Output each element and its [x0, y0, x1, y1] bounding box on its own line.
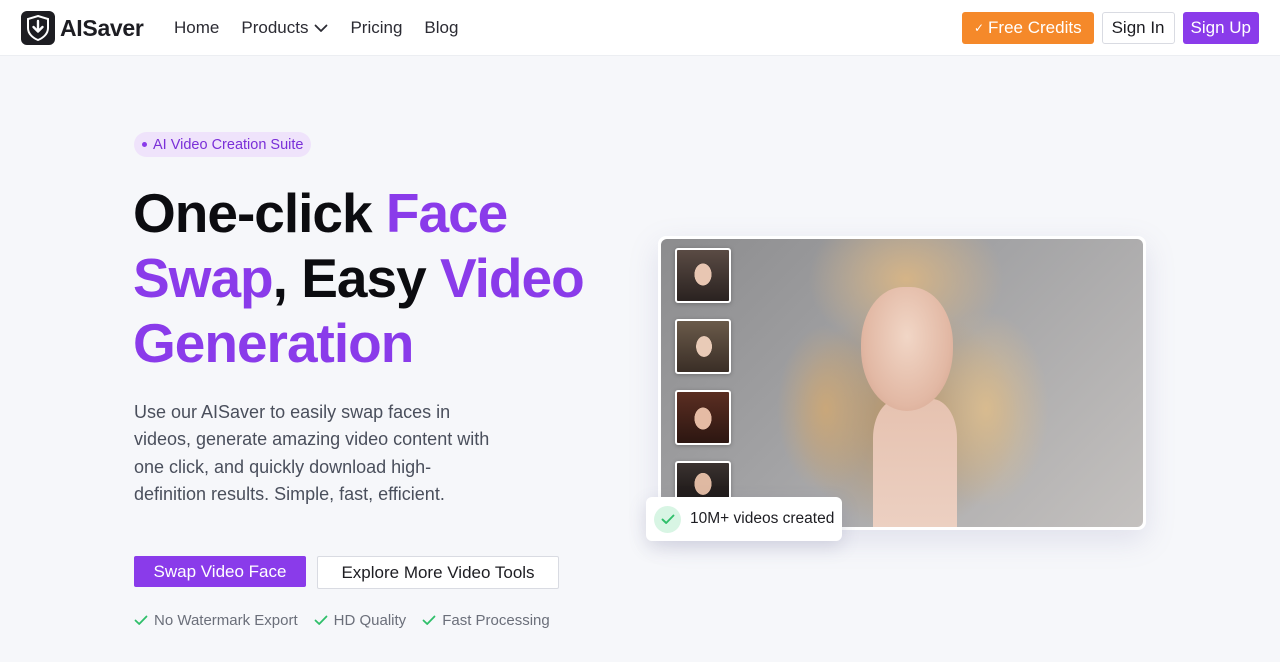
preview-image — [661, 239, 1143, 527]
top-header: AISaver Home Products Pricing Blog ✓ Fre… — [0, 0, 1280, 56]
headline-part-2: Face — [385, 182, 508, 244]
check-circle-icon — [654, 505, 681, 533]
hero-badge-label: AI Video Creation Suite — [153, 136, 304, 153]
headline-part-5: Video — [439, 247, 585, 309]
face-thumbnail[interactable] — [675, 461, 731, 501]
header-actions: ✓ Free Credits Sign In Sign Up — [961, 12, 1259, 44]
free-credits-button[interactable]: ✓ Free Credits — [961, 12, 1094, 44]
face-swap-preview — [658, 236, 1146, 530]
headline-part-4: , Easy — [272, 247, 440, 309]
feature-label: No Watermark Export — [154, 612, 298, 629]
sign-up-button[interactable]: Sign Up — [1182, 12, 1259, 44]
face-thumbnail[interactable] — [675, 248, 731, 303]
nav-products-label: Products — [241, 18, 309, 37]
logo-text: AISaver — [60, 14, 144, 41]
explore-video-tools-button[interactable]: Explore More Video Tools — [317, 556, 559, 589]
videos-created-card: 10M+ videos created — [646, 497, 842, 541]
check-icon — [314, 615, 328, 626]
videos-created-label: 10M+ videos created — [690, 510, 835, 527]
sign-in-button[interactable]: Sign In — [1101, 12, 1175, 44]
portrait-face — [861, 287, 953, 411]
headline-part-1: One-click — [133, 182, 386, 244]
face-thumbnail[interactable] — [675, 390, 731, 445]
nav-blog[interactable]: Blog — [424, 18, 458, 38]
main-nav: Home Products Pricing Blog — [174, 0, 480, 56]
headline-part-6: Generation — [133, 312, 414, 374]
face-thumbnail[interactable] — [675, 319, 731, 374]
feature-item: Fast Processing — [422, 612, 550, 629]
feature-list: No Watermark Export HD Quality Fast Proc… — [134, 612, 550, 629]
face-thumbnails — [675, 248, 731, 501]
logo[interactable]: AISaver — [21, 11, 144, 45]
nav-blog-label: Blog — [424, 18, 459, 37]
check-icon — [422, 615, 436, 626]
swap-video-face-button[interactable]: Swap Video Face — [134, 556, 306, 587]
check-icon: ✓ — [973, 21, 985, 35]
portrait-neck — [873, 399, 957, 527]
hero-badge: AI Video Creation Suite — [134, 132, 312, 157]
dot-icon — [142, 142, 147, 147]
headline-part-3: Swap — [133, 247, 274, 309]
feature-item: No Watermark Export — [134, 612, 298, 629]
feature-label: Fast Processing — [442, 612, 550, 629]
nav-home[interactable]: Home — [174, 18, 219, 38]
hero-headline: One-click Face Swap, Easy Video Generation — [133, 181, 603, 376]
nav-pricing-label: Pricing — [350, 18, 403, 37]
nav-products[interactable]: Products — [241, 18, 328, 38]
free-credits-label: Free Credits — [988, 18, 1082, 37]
check-icon — [134, 615, 148, 626]
hero-description: Use our AISaver to easily swap faces in … — [134, 402, 490, 504]
chevron-down-icon — [314, 24, 328, 33]
download-shield-icon — [21, 11, 55, 45]
nav-pricing[interactable]: Pricing — [350, 18, 402, 38]
feature-item: HD Quality — [314, 612, 407, 629]
feature-label: HD Quality — [333, 612, 407, 629]
nav-home-label: Home — [174, 18, 220, 37]
